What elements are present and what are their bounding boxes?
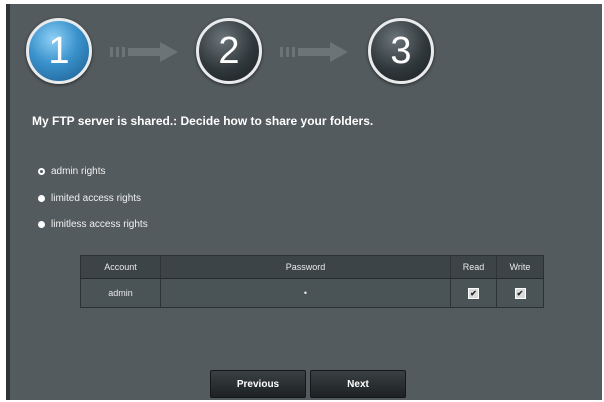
radio-button-selected[interactable]: [38, 168, 45, 175]
read-cell: ✔: [451, 279, 497, 307]
step-3-circle: 3: [368, 18, 434, 84]
step-1-number: 1: [48, 29, 70, 72]
arrow-right-icon: [110, 42, 178, 62]
column-header-account: Account: [81, 256, 161, 278]
arrow-right-icon: [280, 42, 348, 62]
step-indicator: 1 2 3: [10, 4, 602, 94]
previous-button[interactable]: Previous: [210, 370, 306, 398]
next-button[interactable]: Next: [310, 370, 406, 398]
write-cell: ✔: [497, 279, 543, 307]
radio-admin-rights[interactable]: admin rights: [38, 166, 105, 177]
password-cell: •: [161, 279, 451, 307]
radio-button[interactable]: [38, 221, 45, 228]
table-row: admin • ✔ ✔: [81, 279, 543, 307]
radio-button[interactable]: [38, 195, 45, 202]
table-header: Account Password Read Write: [81, 256, 543, 279]
wizard-panel: 1 2 3 My FTP server is shared.: Decide h…: [6, 4, 602, 400]
radio-label: limited access rights: [51, 193, 142, 204]
radio-limited-access-rights[interactable]: limited access rights: [38, 193, 141, 204]
step-3-number: 3: [390, 29, 412, 72]
radio-limitless-access-rights[interactable]: limitless access rights: [38, 219, 148, 230]
radio-label: limitless access rights: [51, 219, 148, 230]
account-cell: admin: [81, 279, 161, 307]
account-table: Account Password Read Write admin • ✔ ✔: [80, 255, 544, 308]
radio-label: admin rights: [51, 166, 106, 177]
read-checkbox[interactable]: ✔: [468, 287, 479, 299]
step-2-number: 2: [218, 29, 240, 72]
column-header-write: Write: [509, 262, 531, 272]
column-header-read: Read: [451, 256, 497, 278]
step-2-circle: 2: [196, 18, 262, 84]
column-header-password: Password: [161, 256, 451, 278]
page-title: My FTP server is shared.: Decide how to …: [32, 114, 374, 128]
write-checkbox[interactable]: ✔: [514, 287, 526, 299]
step-1-circle: 1: [26, 18, 92, 84]
